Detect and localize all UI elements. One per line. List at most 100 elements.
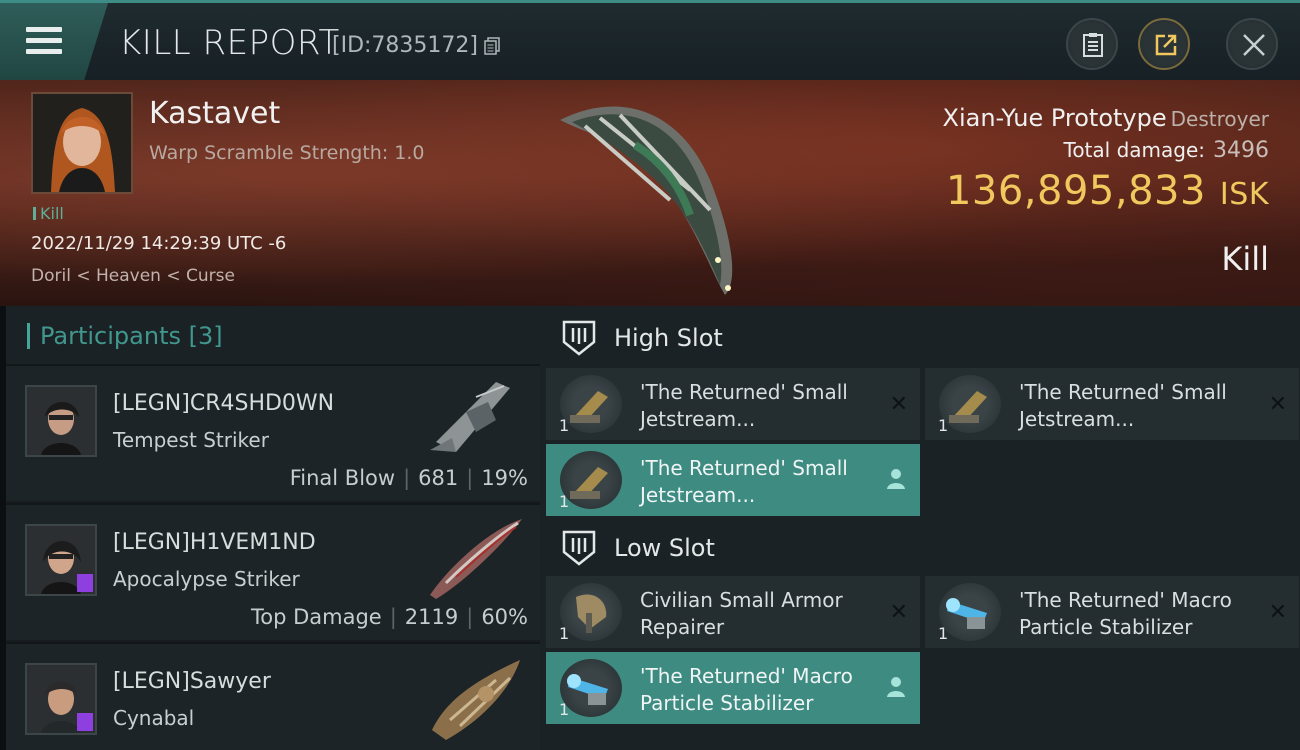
menu-button[interactable]: [0, 3, 108, 80]
top-bar: KILL REPORT [ID:7835172]: [0, 0, 1300, 80]
module-name-line1: 'The Returned' Macro: [1019, 588, 1232, 612]
participant-ship-image: [430, 519, 522, 599]
module-name: 'The Returned' Small Jetstream...: [640, 455, 870, 509]
jetstream-module-icon: [939, 375, 1001, 433]
damage-value: 681: [418, 466, 459, 490]
module-item[interactable]: 1 Civilian Small Armor Repairer ✕: [546, 576, 920, 648]
jetstream-module-icon: [560, 451, 622, 509]
victim-ship-image: [560, 106, 733, 295]
high-slot-icon: [562, 320, 596, 356]
participant-row[interactable]: [LEGN]CR4SHD0WN Tempest Striker Final Bl…: [6, 364, 540, 501]
participant-name: [LEGN]CR4SHD0WN: [113, 391, 335, 416]
participant-stats: Top Damage | 2119 | 60%: [250, 605, 528, 629]
participant-ship: Apocalypse Striker: [113, 567, 300, 591]
participants-label: Participants: [40, 322, 181, 350]
low-slot-icon: [562, 530, 596, 566]
destroyed-icon: ✕: [1268, 600, 1287, 625]
warp-scramble-strength: Warp Scramble Strength: 1.0: [149, 142, 425, 164]
participant-name: [LEGN]H1VEM1ND: [113, 530, 316, 555]
low-slot-title: Low Slot: [614, 534, 715, 562]
copy-icon[interactable]: [484, 37, 500, 55]
armor-repairer-icon: [560, 583, 622, 641]
participant-ship: Tempest Striker: [113, 428, 269, 452]
isk-amount: 136,895,833: [945, 168, 1206, 214]
report-id: [ID:7835172]: [332, 33, 478, 58]
avatar: [25, 385, 97, 457]
particle-stabilizer-icon: [939, 583, 1001, 641]
module-quantity: 1: [938, 416, 949, 435]
module-quantity: 1: [559, 700, 570, 719]
clipboard-button[interactable]: [1066, 18, 1118, 70]
low-slot-header: Low Slot: [540, 516, 1300, 578]
module-name-line1: Civilian Small Armor: [640, 588, 843, 612]
participant-ship: Cynabal: [113, 706, 195, 730]
destroyed-icon: ✕: [889, 600, 908, 625]
result-label: Kill: [1221, 240, 1269, 278]
damage-percent: 19%: [481, 466, 528, 490]
module-name-line2: Jetstream...: [640, 407, 756, 431]
high-slot-header: High Slot: [540, 306, 1300, 368]
module-name-line2: Particle Stabilizer: [640, 691, 814, 715]
close-button[interactable]: [1226, 18, 1278, 70]
participant-stats: Final Blow | 681 | 19%: [289, 466, 528, 490]
isk-value: 136,895,833 ISK: [946, 168, 1269, 214]
stat-label: Final Blow: [289, 466, 396, 490]
ship-name-text: Xian-Yue Prototype: [942, 104, 1167, 132]
participant-ship-image: [432, 660, 520, 740]
total-damage-value: 3496: [1213, 138, 1269, 163]
damage-value: 2119: [404, 605, 459, 629]
participant-row[interactable]: [LEGN]H1VEM1ND Apocalypse Striker Top Da…: [6, 503, 540, 640]
module-quantity: 1: [559, 624, 570, 643]
ship-class: Destroyer: [1170, 107, 1269, 131]
participants-header: Participants [3]: [6, 306, 540, 364]
module-item[interactable]: 1 'The Returned' Macro Particle Stabilize…: [925, 576, 1299, 648]
module-name: Civilian Small Armor Repairer: [640, 587, 870, 641]
kill-summary-banner: Kastavet Warp Scramble Strength: 1.0 Kil…: [0, 80, 1300, 306]
high-slot-title: High Slot: [614, 324, 723, 352]
destroyed-icon: ✕: [889, 392, 908, 417]
kill-tag: Kill: [33, 204, 64, 223]
participant-ship-image: [430, 382, 510, 452]
participant-row[interactable]: [LEGN]Sawyer Cynabal: [6, 642, 540, 750]
victim-name: Kastavet: [149, 96, 281, 131]
module-quantity: 1: [938, 624, 949, 643]
dropped-person-icon: [887, 677, 905, 697]
module-quantity: 1: [559, 492, 570, 511]
isk-unit: ISK: [1219, 177, 1269, 212]
participants-count: [3]: [188, 322, 223, 350]
module-name-line2: Jetstream...: [640, 483, 756, 507]
module-name: 'The Returned' Macro Particle Stabilizer: [640, 663, 870, 717]
particle-stabilizer-icon: [560, 659, 622, 717]
module-name: 'The Returned' Small Jetstream...: [1019, 379, 1249, 433]
participants-panel: Participants [3] [LEGN]CR4SHD0WN Tempest…: [6, 306, 540, 750]
victim-ship-name: Xian-Yue Prototype Destroyer: [943, 104, 1270, 132]
hamburger-icon: [26, 27, 62, 60]
corp-badge-icon: [77, 574, 93, 592]
kill-location: Doril < Heaven < Curse: [31, 266, 235, 286]
share-icon: [1155, 34, 1177, 56]
destroyed-icon: ✕: [1268, 392, 1287, 417]
module-item[interactable]: 1 'The Returned' Small Jetstream...: [546, 444, 920, 516]
victim-portrait[interactable]: [31, 92, 133, 194]
module-name-line2: Particle Stabilizer: [1019, 615, 1193, 639]
participant-name: [LEGN]Sawyer: [113, 669, 271, 694]
page-title: KILL REPORT: [119, 23, 340, 63]
header-accent-bar: [27, 323, 30, 349]
kill-datetime: 2022/11/29 14:29:39 UTC -6: [31, 233, 287, 254]
module-name-line2: Jetstream...: [1019, 407, 1135, 431]
clipboard-icon: [1083, 33, 1103, 57]
module-name-line1: 'The Returned' Small: [1019, 380, 1227, 404]
dropped-person-icon: [887, 469, 905, 489]
corp-badge-icon: [77, 713, 93, 731]
avatar-image: [27, 387, 95, 455]
total-damage: Total damage: 3496: [1064, 138, 1270, 163]
module-item[interactable]: 1 'The Returned' Macro Particle Stabilize…: [546, 652, 920, 724]
close-icon: [1243, 34, 1265, 56]
total-damage-label: Total damage:: [1063, 138, 1206, 162]
share-button[interactable]: [1138, 18, 1190, 70]
module-item[interactable]: 1 'The Returned' Small Jetstream... ✕: [925, 368, 1299, 440]
module-name-line1: 'The Returned' Macro: [640, 664, 853, 688]
module-name: 'The Returned' Small Jetstream...: [640, 379, 870, 433]
stat-label: Top Damage: [250, 605, 382, 629]
module-item[interactable]: 1 'The Returned' Small Jetstream... ✕: [546, 368, 920, 440]
